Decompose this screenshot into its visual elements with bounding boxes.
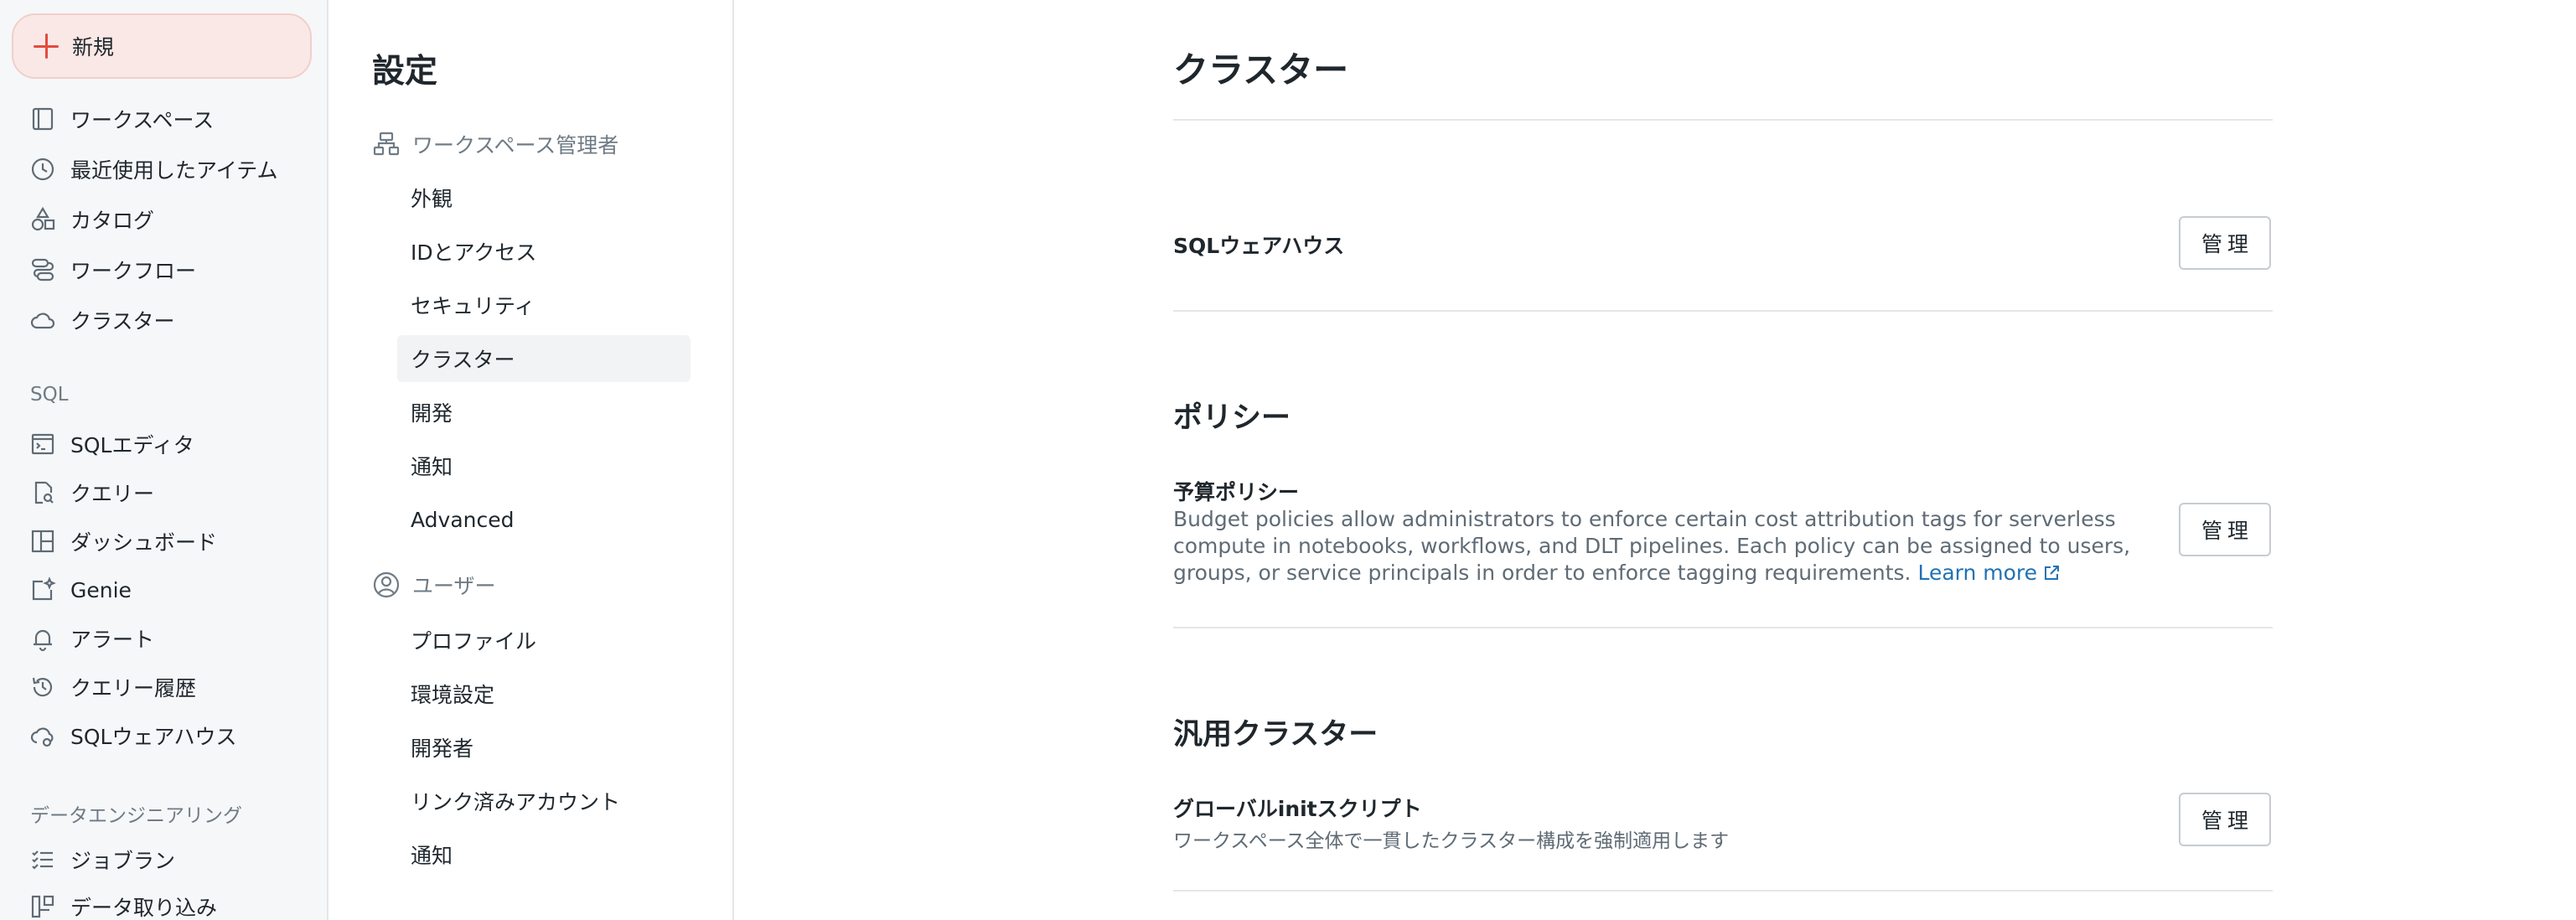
subnav-item-advanced[interactable]: Advanced bbox=[397, 496, 691, 543]
subnav-item-user-notifications[interactable]: 通知 bbox=[397, 831, 691, 878]
workspace-admin-group-label: ワークスペース管理者 bbox=[412, 133, 619, 158]
user-group-label: ユーザー bbox=[412, 574, 496, 598]
nav-item-label: データ取り込み bbox=[70, 896, 218, 920]
nav-item-label: クラスター bbox=[70, 309, 175, 333]
user-group: ユーザー bbox=[372, 566, 496, 603]
divider bbox=[1173, 890, 2273, 892]
global-init-scripts-description: ワークスペース全体で一貫したクラスター構成を強制適用します bbox=[1173, 830, 1730, 852]
nav-item-label: 最近使用したアイテム bbox=[70, 158, 278, 183]
nav-item-label: ジョブラン bbox=[70, 849, 176, 873]
learn-more-link[interactable]: Learn more bbox=[1917, 561, 2037, 585]
nav-item-genie[interactable]: Genie bbox=[28, 570, 305, 610]
data-ingest-icon bbox=[28, 892, 57, 920]
nav-item-label: SQLエディタ bbox=[70, 433, 194, 457]
nav-item-label: ワークスペース bbox=[70, 108, 215, 132]
workflow-icon bbox=[28, 256, 57, 284]
sql-editor-icon bbox=[28, 430, 57, 458]
settings-subnav: 設定 ワークスペース管理者 外観 IDとアクセス セキュリティ クラスター 開発… bbox=[330, 0, 734, 920]
nav-item-catalog[interactable]: カタログ bbox=[28, 199, 305, 240]
nav-item-query-history[interactable]: クエリー履歴 bbox=[28, 667, 305, 707]
budget-policy-manage-button[interactable]: 管理 bbox=[2179, 503, 2271, 556]
nav-item-dashboards[interactable]: ダッシュボード bbox=[28, 521, 305, 561]
nav-item-label: ワークフロー bbox=[70, 259, 197, 283]
subnav-item-profile[interactable]: プロファイル bbox=[397, 617, 691, 664]
nav-item-label: SQLウェアハウス bbox=[70, 725, 237, 749]
query-icon bbox=[28, 478, 57, 507]
subnav-item-notifications[interactable]: 通知 bbox=[397, 442, 691, 489]
nav-item-sql-warehouses[interactable]: SQLウェアハウス bbox=[28, 716, 305, 756]
subnav-item-development[interactable]: 開発 bbox=[397, 389, 691, 436]
nav-item-recents[interactable]: 最近使用したアイテム bbox=[28, 149, 305, 189]
subnav-item-appearance[interactable]: 外観 bbox=[397, 174, 691, 221]
nav-item-data-ingestion[interactable]: データ取り込み bbox=[28, 886, 305, 920]
nav-item-alerts[interactable]: アラート bbox=[28, 618, 305, 659]
page-title: クラスター bbox=[1173, 49, 1349, 90]
sql-warehouse-title: SQLウェアハウス bbox=[1173, 234, 1345, 258]
settings-title: 設定 bbox=[372, 53, 438, 90]
subnav-item-developer[interactable]: 開発者 bbox=[397, 724, 691, 771]
subnav-item-preferences[interactable]: 環境設定 bbox=[397, 670, 691, 717]
new-button[interactable]: 新規 bbox=[12, 13, 312, 79]
bell-icon bbox=[28, 624, 57, 653]
divider bbox=[1173, 119, 2273, 121]
nav-item-label: クエリー履歴 bbox=[70, 676, 197, 700]
nav-item-job-runs[interactable]: ジョブラン bbox=[28, 840, 305, 880]
clock-icon bbox=[28, 155, 57, 183]
nav-section-sql: SQL bbox=[30, 384, 69, 406]
sql-warehouse-manage-button[interactable]: 管理 bbox=[2179, 216, 2271, 270]
budget-policy-title: 予算ポリシー bbox=[1173, 480, 1300, 504]
nav-item-label: アラート bbox=[70, 628, 155, 652]
all-purpose-clusters-title: 汎用クラスター bbox=[1173, 718, 1379, 752]
cloud-icon bbox=[28, 306, 57, 334]
nav-item-label: カタログ bbox=[70, 209, 155, 233]
catalog-icon bbox=[28, 205, 57, 234]
left-nav: 新規 ワークスペース 最近使用したアイテム カタログ ワークフロー クラスター … bbox=[0, 0, 328, 920]
workspace-admin-group: ワークスペース管理者 bbox=[372, 126, 618, 163]
subnav-item-linked-accounts[interactable]: リンク済みアカウント bbox=[397, 778, 691, 824]
nav-item-sql-editor[interactable]: SQLエディタ bbox=[28, 424, 305, 464]
nav-item-workspace[interactable]: ワークスペース bbox=[28, 99, 305, 139]
nav-item-queries[interactable]: クエリー bbox=[28, 473, 305, 513]
user-circle-icon bbox=[372, 571, 401, 599]
warehouse-icon bbox=[28, 721, 57, 750]
nav-item-label: クエリー bbox=[70, 482, 155, 506]
job-runs-icon bbox=[28, 845, 57, 874]
subnav-item-clusters[interactable]: クラスター bbox=[397, 335, 691, 382]
genie-icon bbox=[28, 576, 57, 604]
history-icon bbox=[28, 673, 57, 701]
nav-item-workflows[interactable]: ワークフロー bbox=[28, 250, 305, 290]
global-init-scripts-title: グローバルinitスクリプト bbox=[1173, 797, 1422, 821]
external-link-icon[interactable] bbox=[2042, 562, 2061, 581]
subnav-item-security[interactable]: セキュリティ bbox=[397, 282, 691, 328]
nav-item-clusters[interactable]: クラスター bbox=[28, 300, 305, 340]
workspace-icon bbox=[28, 105, 57, 133]
nav-item-label: Genie bbox=[70, 577, 132, 602]
plus-icon bbox=[32, 32, 60, 60]
divider bbox=[1173, 627, 2273, 628]
nav-item-label: ダッシュボード bbox=[70, 530, 218, 555]
new-button-label: 新規 bbox=[72, 35, 115, 59]
nav-section-data-engineering: データエンジニアリング bbox=[30, 805, 242, 827]
budget-policy-description: Budget policies allow administrators to … bbox=[1173, 506, 2162, 587]
dashboard-icon bbox=[28, 527, 57, 556]
subnav-item-identity-access[interactable]: IDとアクセス bbox=[397, 228, 691, 275]
divider bbox=[1173, 310, 2273, 312]
global-init-scripts-manage-button[interactable]: 管理 bbox=[2179, 793, 2271, 846]
policies-section-title: ポリシー bbox=[1173, 401, 1291, 435]
admin-group-icon bbox=[372, 130, 401, 158]
